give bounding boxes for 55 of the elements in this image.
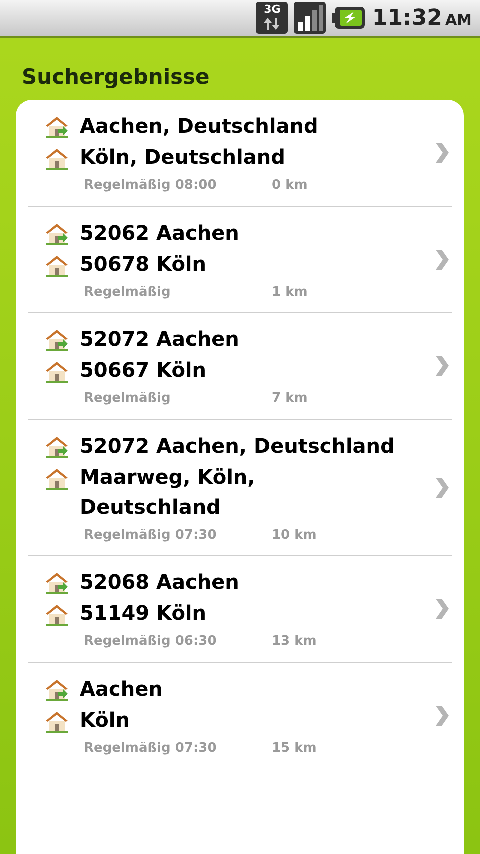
result-row[interactable]: 52062 Aachen 50678 Köln Regelmäßig 1 km [28, 206, 452, 314]
house-icon [44, 603, 70, 628]
result-row[interactable]: 52072 Aachen, Deutschland Maarweg, Köln, Deutschland Regelmäßig 07:30 10 km [28, 420, 452, 556]
chevron-right-icon [434, 354, 450, 378]
destination-text: Maarweg, Köln, Deutschland [80, 464, 256, 521]
house-arrow-icon [44, 571, 70, 596]
house-icon [44, 147, 70, 172]
schedule-text: Regelmäßig [84, 284, 172, 302]
up-down-arrows-icon [264, 18, 280, 30]
chevron-right-icon [434, 248, 450, 272]
house-icon [44, 466, 70, 491]
page-title: Suchergebnisse [21, 64, 211, 91]
chevron-right-icon [434, 141, 450, 165]
distance-text: 0 km [272, 177, 308, 196]
signal-icon [294, 2, 326, 34]
origin-text: 52072 Aachen [80, 326, 240, 354]
house-icon [44, 710, 70, 734]
schedule-text: Regelmäßig 08:00 [84, 177, 218, 196]
network-icon: 3G [256, 2, 288, 34]
house-arrow-icon [44, 434, 70, 459]
distance-text: 1 km [272, 284, 308, 302]
distance-text: 13 km [272, 633, 317, 652]
distance-text: 10 km [272, 526, 317, 545]
battery-icon [332, 6, 366, 30]
house-icon [44, 254, 70, 278]
origin-text: Aachen, Deutschland [80, 113, 320, 140]
distance-text: 15 km [272, 740, 317, 758]
origin-text: Aachen [80, 676, 164, 703]
time-text: 11:32 [372, 4, 442, 32]
house-arrow-icon [44, 678, 70, 702]
destination-text: Köln, Deutschland [80, 144, 286, 172]
schedule-text: Regelmäßig 06:30 [84, 633, 218, 652]
ampm-text: AM [445, 10, 472, 30]
chevron-right-icon [434, 704, 450, 728]
origin-text: 52062 Aachen [80, 220, 240, 247]
destination-text: 50678 Köln [80, 250, 208, 278]
schedule-text: Regelmäßig [84, 390, 172, 408]
origin-text: 52072 Aachen, Deutschland [80, 432, 396, 460]
schedule-text: Regelmäßig 07:30 [84, 740, 218, 758]
schedule-text: Regelmäßig 07:30 [84, 526, 218, 545]
chevron-right-icon [434, 476, 450, 500]
house-icon [44, 360, 70, 384]
result-row[interactable]: Aachen, Deutschland Köln, Deutschland Regelmäßig 08:00 0 km [28, 100, 452, 207]
result-row[interactable]: Aachen Köln Regelmäßig 07:30 15 km [28, 662, 452, 768]
distance-text: 7 km [272, 390, 308, 408]
destination-text: Köln [80, 706, 131, 734]
destination-text: 51149 Köln [80, 600, 208, 628]
chevron-right-icon [434, 597, 450, 621]
house-arrow-icon [44, 115, 70, 140]
house-arrow-icon [44, 328, 70, 352]
house-arrow-icon [44, 222, 70, 246]
origin-text: 52068 Aachen [80, 569, 240, 596]
result-row[interactable]: 52072 Aachen 50667 Köln Regelmäßig 7 km [28, 313, 452, 420]
destination-text: 50667 Köln [80, 357, 208, 384]
result-row[interactable]: 52068 Aachen 51149 Köln Regelmäßig 06:30 13 km [28, 556, 452, 663]
